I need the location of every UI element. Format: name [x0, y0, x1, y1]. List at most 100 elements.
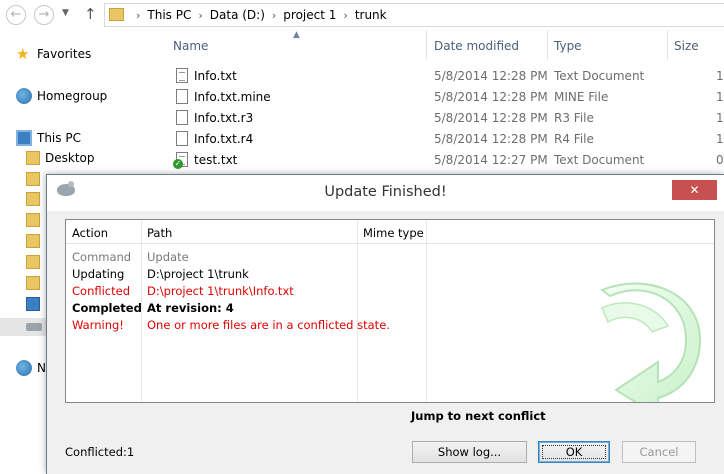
address-bar[interactable]: › This PC › Data (D:) › project 1 › trun…	[104, 3, 724, 27]
file-type: R4 File	[554, 132, 594, 146]
header-separator	[66, 243, 714, 244]
file-icon	[176, 131, 188, 146]
file-date: 5/8/2014 12:28 PM	[434, 69, 548, 83]
jump-to-next-conflict-link[interactable]: Jump to next conflict	[411, 409, 546, 423]
sidebar-item-desktop[interactable]: Desktop	[26, 151, 95, 165]
log-action: Conflicted	[72, 284, 130, 298]
data-drive-icon[interactable]	[26, 323, 42, 331]
show-log-button[interactable]: Show log...	[412, 441, 527, 463]
breadcrumb-separator-icon[interactable]: ›	[343, 9, 347, 22]
file-row[interactable]: ✓ test.txt 5/8/2014 12:27 PM Text Docume…	[160, 150, 724, 171]
explorer-navigation-bar: ← → ▼ ↑ › This PC › Data (D:) › project …	[0, 0, 724, 30]
close-icon: ✕	[689, 183, 700, 197]
pictures-folder-icon[interactable]	[26, 234, 40, 248]
log-row[interactable]: Command Update	[66, 250, 714, 267]
log-action: Updating	[72, 267, 125, 281]
videos-folder-icon[interactable]	[26, 255, 40, 269]
network-icon	[16, 360, 32, 376]
file-row[interactable]: Info.txt.r4 5/8/2014 12:28 PM R4 File 1	[160, 129, 724, 150]
update-arrow-icon	[599, 282, 702, 402]
ok-button[interactable]: OK	[538, 441, 610, 463]
windows-drive-icon[interactable]	[26, 297, 40, 311]
update-log-list[interactable]: Action Path Mime type Command Update Upd…	[65, 219, 715, 403]
sidebar-item-label: Homegroup	[37, 89, 108, 103]
column-header-path[interactable]: Path	[147, 226, 172, 240]
file-icon	[176, 110, 188, 125]
column-header-action[interactable]: Action	[72, 226, 108, 240]
up-arrow-icon[interactable]: ↑	[84, 5, 97, 23]
file-name: Info.txt.r3	[194, 111, 254, 125]
recent-locations-chevron-icon[interactable]: ▼	[62, 8, 69, 18]
file-type: Text Document	[554, 153, 645, 167]
homegroup-icon	[16, 88, 32, 104]
sidebar-item-label: N	[37, 361, 46, 375]
forward-arrow-icon[interactable]: →	[34, 5, 54, 25]
breadcrumb-item-data-drive[interactable]: Data (D:)	[210, 8, 265, 22]
sidebar-item-label: Favorites	[37, 47, 92, 61]
documents-folder-icon[interactable]	[26, 172, 40, 186]
conflicted-count: Conflicted:1	[65, 445, 135, 459]
column-divider[interactable]	[667, 30, 668, 60]
sidebar-item-network[interactable]: N	[16, 360, 46, 376]
file-size: 1	[716, 111, 724, 125]
column-divider[interactable]	[547, 30, 548, 60]
focus-rectangle	[542, 445, 606, 459]
breadcrumb-item-project-1[interactable]: project 1	[283, 8, 336, 22]
svn-normal-checkmark-icon: ✓	[173, 159, 183, 169]
back-arrow-icon[interactable]: ←	[6, 5, 26, 25]
column-header-date-modified[interactable]: Date modified	[434, 39, 519, 53]
file-date: 5/8/2014 12:28 PM	[434, 111, 548, 125]
computer-icon	[16, 130, 32, 146]
file-date: 5/8/2014 12:28 PM	[434, 90, 548, 104]
log-path: One or more files are in a conflicted st…	[147, 318, 390, 332]
file-row[interactable]: Info.txt 5/8/2014 12:28 PM Text Document…	[160, 66, 724, 87]
dialog-title: Update Finished!	[324, 184, 447, 200]
local-disk-icon[interactable]	[26, 276, 40, 290]
file-size: 1	[716, 90, 724, 104]
file-name: Info.txt	[194, 69, 237, 83]
file-name: Info.txt.mine	[194, 90, 271, 104]
sidebar-item-homegroup[interactable]: Homegroup	[16, 88, 107, 104]
cancel-button[interactable]: Cancel	[622, 441, 696, 463]
file-size: 0	[716, 153, 724, 167]
breadcrumb: › This PC › Data (D:) › project 1 › trun…	[129, 4, 387, 26]
file-size: 1	[716, 132, 724, 146]
dialog-titlebar[interactable]: Update Finished! ✕	[47, 175, 724, 211]
downloads-folder-icon[interactable]	[26, 192, 40, 206]
close-button[interactable]: ✕	[672, 180, 717, 200]
column-divider[interactable]	[426, 30, 427, 60]
breadcrumb-separator-icon[interactable]: ›	[272, 9, 276, 22]
desktop-folder-icon	[26, 151, 40, 165]
file-type: Text Document	[554, 69, 645, 83]
sidebar-item-label: This PC	[37, 131, 81, 145]
log-action: Completed	[72, 301, 142, 315]
star-icon: ★	[16, 45, 30, 63]
file-row[interactable]: Info.txt.mine 5/8/2014 12:28 PM MINE Fil…	[160, 87, 724, 108]
column-header-type[interactable]: Type	[554, 39, 582, 53]
update-finished-dialog: Update Finished! ✕ Action Path Mime type…	[46, 174, 724, 474]
file-type: MINE File	[554, 90, 609, 104]
breadcrumb-separator-icon[interactable]: ›	[198, 9, 202, 22]
file-date: 5/8/2014 12:28 PM	[434, 132, 548, 146]
music-folder-icon[interactable]	[26, 213, 40, 227]
breadcrumb-item-trunk[interactable]: trunk	[355, 8, 387, 22]
sidebar-item-this-pc[interactable]: This PC	[16, 130, 81, 146]
file-icon	[176, 89, 188, 104]
file-name: Info.txt.r4	[194, 132, 254, 146]
log-path: D:\project 1\trunk\Info.txt	[147, 284, 294, 298]
sidebar-item-favorites[interactable]: ★ Favorites	[16, 46, 91, 62]
breadcrumb-item-this-pc[interactable]: This PC	[147, 8, 191, 22]
file-row[interactable]: Info.txt.r3 5/8/2014 12:28 PM R3 File 1	[160, 108, 724, 129]
column-header-size[interactable]: Size	[674, 39, 699, 53]
log-path: At revision: 4	[147, 301, 234, 315]
breadcrumb-separator-icon: ›	[136, 8, 141, 22]
sidebar-item-label: Desktop	[45, 151, 95, 165]
file-date: 5/8/2014 12:27 PM	[434, 153, 548, 167]
column-header-name[interactable]: Name	[173, 39, 208, 53]
text-file-icon	[176, 68, 188, 83]
sort-ascending-icon: ▲	[293, 30, 300, 40]
file-type: R3 File	[554, 111, 594, 125]
file-list: ▲ Name Date modified Type Size Info.txt …	[160, 30, 724, 180]
column-header-mime-type[interactable]: Mime type	[363, 226, 424, 240]
folder-icon	[109, 8, 124, 21]
